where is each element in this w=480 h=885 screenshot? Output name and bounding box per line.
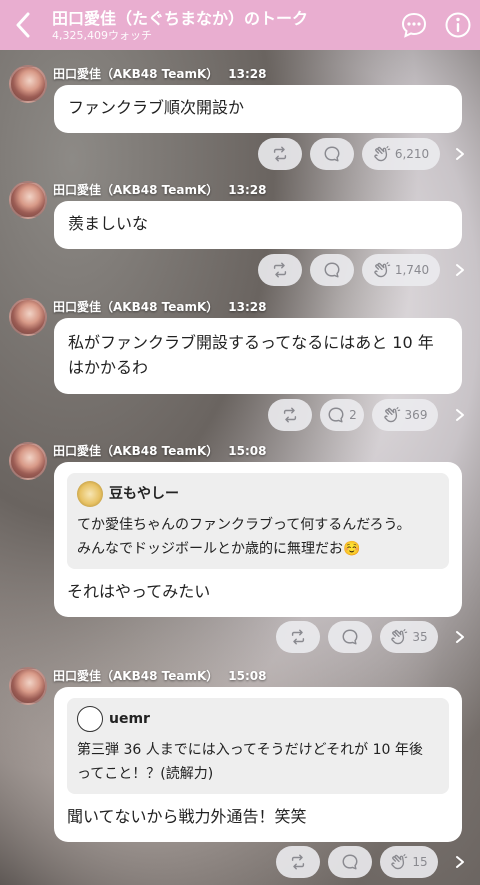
- quoted-comment[interactable]: 豆もやしー てか愛佳ちゃんのファンクラブって何するんだろう。 みんなでドッジボー…: [67, 473, 449, 569]
- author-name: 田口愛佳（AKB48 TeamK）: [53, 183, 219, 197]
- reply-count: 2: [349, 408, 357, 422]
- avatar[interactable]: [9, 298, 47, 336]
- repost-icon: [271, 261, 289, 279]
- reply-button[interactable]: [310, 138, 354, 170]
- quoted-user-name: uemr: [109, 710, 150, 727]
- chevron-right-icon[interactable]: [454, 855, 466, 869]
- repost-button[interactable]: [258, 254, 302, 286]
- quoted-user-avatar: [77, 481, 103, 507]
- clap-icon: [373, 145, 391, 163]
- reply-icon: [327, 406, 345, 424]
- reply-icon: [341, 628, 359, 646]
- quoted-text-line: てか愛佳ちゃんのファンクラブって何するんだろう。: [77, 517, 411, 533]
- avatar[interactable]: [9, 442, 47, 480]
- author-name: 田口愛佳（AKB48 TeamK）: [53, 669, 219, 683]
- reply-icon: [323, 145, 341, 163]
- message-actions: 35: [276, 621, 438, 653]
- quoted-text-line: ってこと！？(読解力): [77, 766, 214, 782]
- quoted-text-line: 第三弾 36 人までには入ってそうだけどそれが 10 年後: [77, 742, 423, 758]
- message-time: 13:28: [228, 67, 267, 81]
- message-bubble[interactable]: 私がファンクラブ開設するってなるにはあと 10 年 はかかるわ: [54, 318, 462, 394]
- clap-button[interactable]: 1,740: [362, 254, 440, 286]
- message-bubble[interactable]: 羨ましいな: [54, 201, 462, 249]
- chevron-right-icon[interactable]: [454, 408, 466, 422]
- repost-icon: [289, 628, 307, 646]
- message-time: 15:08: [228, 444, 267, 458]
- avatar[interactable]: [9, 667, 47, 705]
- talk-feed[interactable]: 田口愛佳（AKB48 TeamK） 13:28 ファンクラブ順次開設か 6,210…: [0, 50, 480, 885]
- reply-button[interactable]: [328, 621, 372, 653]
- message-time: 15:08: [228, 669, 267, 683]
- message-bubble[interactable]: 豆もやしー てか愛佳ちゃんのファンクラブって何するんだろう。 みんなでドッジボー…: [54, 462, 462, 617]
- message-time: 13:28: [228, 300, 267, 314]
- chevron-right-icon[interactable]: [454, 147, 466, 161]
- comment-button[interactable]: [392, 0, 436, 50]
- reply-icon: [323, 261, 341, 279]
- info-button[interactable]: [436, 0, 480, 50]
- repost-icon: [281, 406, 299, 424]
- back-button[interactable]: [0, 0, 46, 50]
- clap-button[interactable]: 35: [380, 621, 438, 653]
- chevron-left-icon: [16, 12, 30, 38]
- clap-count: 6,210: [394, 147, 430, 161]
- chevron-right-icon[interactable]: [454, 263, 466, 277]
- clap-button[interactable]: 6,210: [362, 138, 440, 170]
- message-meta: 田口愛佳（AKB48 TeamK） 13:28: [53, 181, 266, 198]
- clap-icon: [383, 406, 401, 424]
- chevron-right-icon[interactable]: [454, 630, 466, 644]
- clap-icon: [390, 628, 408, 646]
- clap-count: 1,740: [394, 263, 430, 277]
- clap-button[interactable]: 369: [372, 399, 438, 431]
- author-name: 田口愛佳（AKB48 TeamK）: [53, 444, 219, 458]
- reply-icon: [341, 853, 359, 871]
- message-text: それはやってみたい: [67, 582, 211, 601]
- message-meta: 田口愛佳（AKB48 TeamK） 13:28: [53, 298, 266, 315]
- talk-title: 田口愛佳（たぐちまなか）のトーク: [52, 8, 309, 28]
- author-name: 田口愛佳（AKB48 TeamK）: [53, 67, 219, 81]
- message-actions: 15: [276, 846, 438, 878]
- message-text: 聞いてないから戦力外通告！笑笑: [67, 807, 307, 826]
- avatar[interactable]: [9, 181, 47, 219]
- repost-button[interactable]: [268, 399, 312, 431]
- message-actions: 2 369: [268, 399, 438, 431]
- message-meta: 田口愛佳（AKB48 TeamK） 15:08: [53, 442, 266, 459]
- message-actions: 1,740: [258, 254, 440, 286]
- repost-button[interactable]: [258, 138, 302, 170]
- top-bar: 田口愛佳（たぐちまなか）のトーク 4,325,409ウォッチ: [0, 0, 480, 50]
- message-meta: 田口愛佳（AKB48 TeamK） 15:08: [53, 667, 266, 684]
- clap-icon: [373, 261, 391, 279]
- avatar[interactable]: [9, 65, 47, 103]
- message-text: 羨ましいな: [68, 214, 149, 233]
- reply-button[interactable]: [328, 846, 372, 878]
- quoted-comment[interactable]: uemr 第三弾 36 人までには入ってそうだけどそれが 10 年後 ってこと！…: [67, 698, 449, 794]
- message-bubble[interactable]: uemr 第三弾 36 人までには入ってそうだけどそれが 10 年後 ってこと！…: [54, 687, 462, 842]
- message-time: 13:28: [228, 183, 267, 197]
- repost-icon: [271, 145, 289, 163]
- repost-icon: [289, 853, 307, 871]
- quoted-user-name: 豆もやしー: [109, 485, 179, 502]
- repost-button[interactable]: [276, 621, 320, 653]
- clap-count: 369: [404, 408, 428, 422]
- clap-count: 15: [412, 855, 428, 869]
- watch-count: 4,325,409ウォッチ: [52, 28, 152, 42]
- message-text-line: はかかるわ: [68, 358, 149, 377]
- message-bubble[interactable]: ファンクラブ順次開設か: [54, 85, 462, 133]
- message-text-line: 私がファンクラブ開設するってなるにはあと 10 年: [68, 333, 434, 352]
- chat-bubble-icon: [401, 12, 427, 38]
- info-icon: [445, 12, 471, 38]
- message-actions: 6,210: [258, 138, 440, 170]
- reply-button[interactable]: [310, 254, 354, 286]
- quoted-text-line: みんなでドッジボールとか歳的に無理だお☺️: [77, 541, 361, 557]
- message-meta: 田口愛佳（AKB48 TeamK） 13:28: [53, 65, 266, 82]
- reply-button[interactable]: 2: [320, 399, 364, 431]
- repost-button[interactable]: [276, 846, 320, 878]
- clap-count: 35: [412, 630, 428, 644]
- message-text: ファンクラブ順次開設か: [68, 98, 245, 117]
- author-name: 田口愛佳（AKB48 TeamK）: [53, 300, 219, 314]
- clap-icon: [390, 853, 408, 871]
- clap-button[interactable]: 15: [380, 846, 438, 878]
- quoted-user-avatar: [77, 706, 103, 732]
